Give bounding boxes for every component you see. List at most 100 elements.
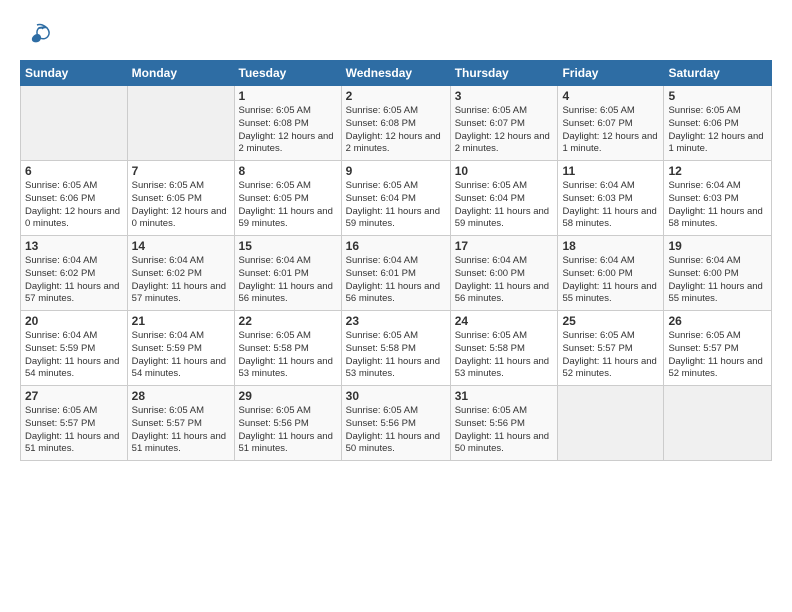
calendar-cell: 21 Sunrise: 6:04 AM Sunset: 5:59 PM Dayli… bbox=[127, 311, 234, 386]
day-info: Sunrise: 6:04 AM Sunset: 6:03 PM Dayligh… bbox=[668, 180, 767, 231]
day-number: 29 bbox=[239, 389, 337, 403]
calendar-page: Sunday Monday Tuesday Wednesday Thursday… bbox=[0, 0, 792, 612]
calendar-cell: 20 Sunrise: 6:04 AM Sunset: 5:59 PM Dayli… bbox=[21, 311, 128, 386]
day-number: 25 bbox=[562, 314, 659, 328]
calendar-cell: 14 Sunrise: 6:04 AM Sunset: 6:02 PM Dayli… bbox=[127, 236, 234, 311]
day-number: 22 bbox=[239, 314, 337, 328]
day-number: 28 bbox=[132, 389, 230, 403]
day-info: Sunrise: 6:04 AM Sunset: 6:01 PM Dayligh… bbox=[239, 255, 337, 306]
day-info: Sunrise: 6:04 AM Sunset: 6:03 PM Dayligh… bbox=[562, 180, 659, 231]
day-number: 11 bbox=[562, 164, 659, 178]
calendar-cell bbox=[664, 386, 772, 461]
day-info: Sunrise: 6:05 AM Sunset: 5:57 PM Dayligh… bbox=[132, 405, 230, 456]
day-number: 8 bbox=[239, 164, 337, 178]
day-info: Sunrise: 6:05 AM Sunset: 6:06 PM Dayligh… bbox=[25, 180, 123, 231]
col-tuesday: Tuesday bbox=[234, 61, 341, 86]
day-number: 27 bbox=[25, 389, 123, 403]
calendar-cell: 6 Sunrise: 6:05 AM Sunset: 6:06 PM Daylig… bbox=[21, 161, 128, 236]
col-saturday: Saturday bbox=[664, 61, 772, 86]
day-info: Sunrise: 6:05 AM Sunset: 5:56 PM Dayligh… bbox=[346, 405, 446, 456]
calendar-cell: 16 Sunrise: 6:04 AM Sunset: 6:01 PM Dayli… bbox=[341, 236, 450, 311]
day-number: 10 bbox=[455, 164, 554, 178]
calendar-cell: 9 Sunrise: 6:05 AM Sunset: 6:04 PM Daylig… bbox=[341, 161, 450, 236]
day-info: Sunrise: 6:04 AM Sunset: 6:00 PM Dayligh… bbox=[562, 255, 659, 306]
day-number: 26 bbox=[668, 314, 767, 328]
day-info: Sunrise: 6:05 AM Sunset: 5:56 PM Dayligh… bbox=[455, 405, 554, 456]
day-info: Sunrise: 6:05 AM Sunset: 6:07 PM Dayligh… bbox=[562, 105, 659, 156]
col-sunday: Sunday bbox=[21, 61, 128, 86]
day-info: Sunrise: 6:05 AM Sunset: 5:58 PM Dayligh… bbox=[346, 330, 446, 381]
day-number: 18 bbox=[562, 239, 659, 253]
day-info: Sunrise: 6:05 AM Sunset: 5:58 PM Dayligh… bbox=[239, 330, 337, 381]
calendar-cell: 27Sunrise: 6:05 AM Sunset: 5:57 PM Dayli… bbox=[21, 386, 128, 461]
day-number: 14 bbox=[132, 239, 230, 253]
calendar-cell: 13 Sunrise: 6:04 AM Sunset: 6:02 PM Dayli… bbox=[21, 236, 128, 311]
calendar-cell: 1 Sunrise: 6:05 AM Sunset: 6:08 PM Daylig… bbox=[234, 86, 341, 161]
logo-bird-icon bbox=[22, 20, 52, 50]
day-info: Sunrise: 6:04 AM Sunset: 6:00 PM Dayligh… bbox=[668, 255, 767, 306]
day-number: 30 bbox=[346, 389, 446, 403]
day-number: 3 bbox=[455, 89, 554, 103]
day-info: Sunrise: 6:04 AM Sunset: 5:59 PM Dayligh… bbox=[25, 330, 123, 381]
calendar-cell: 31 Sunrise: 6:05 AM Sunset: 5:56 PM Dayli… bbox=[450, 386, 558, 461]
day-info: Sunrise: 6:04 AM Sunset: 6:01 PM Dayligh… bbox=[346, 255, 446, 306]
calendar-cell: 30 Sunrise: 6:05 AM Sunset: 5:56 PM Dayli… bbox=[341, 386, 450, 461]
day-number: 9 bbox=[346, 164, 446, 178]
day-number: 5 bbox=[668, 89, 767, 103]
day-number: 13 bbox=[25, 239, 123, 253]
day-number: 23 bbox=[346, 314, 446, 328]
calendar-cell: 29 Sunrise: 6:05 AM Sunset: 5:56 PM Dayli… bbox=[234, 386, 341, 461]
calendar-cell bbox=[127, 86, 234, 161]
calendar-cell: 12 Sunrise: 6:04 AM Sunset: 6:03 PM Dayli… bbox=[664, 161, 772, 236]
day-info: Sunrise: 6:05 AM Sunset: 6:08 PM Dayligh… bbox=[239, 105, 337, 156]
day-info: Sunrise: 6:04 AM Sunset: 5:59 PM Dayligh… bbox=[132, 330, 230, 381]
calendar-week-row: 13 Sunrise: 6:04 AM Sunset: 6:02 PM Dayli… bbox=[21, 236, 772, 311]
col-monday: Monday bbox=[127, 61, 234, 86]
day-number: 20 bbox=[25, 314, 123, 328]
day-info: Sunrise: 6:05 AM Sunset: 6:06 PM Dayligh… bbox=[668, 105, 767, 156]
day-info: Sunrise: 6:05 AM Sunset: 5:58 PM Dayligh… bbox=[455, 330, 554, 381]
day-info: Sunrise: 6:05 AM Sunset: 6:05 PM Dayligh… bbox=[132, 180, 230, 231]
day-number: 19 bbox=[668, 239, 767, 253]
day-info: Sunrise: 6:05 AM Sunset: 5:56 PM Dayligh… bbox=[239, 405, 337, 456]
day-info: Sunrise: 6:04 AM Sunset: 6:00 PM Dayligh… bbox=[455, 255, 554, 306]
calendar-cell: 25Sunrise: 6:05 AM Sunset: 5:57 PM Dayli… bbox=[558, 311, 664, 386]
calendar-cell: 24 Sunrise: 6:05 AM Sunset: 5:58 PM Dayli… bbox=[450, 311, 558, 386]
day-number: 12 bbox=[668, 164, 767, 178]
day-number: 2 bbox=[346, 89, 446, 103]
calendar-cell: 11 Sunrise: 6:04 AM Sunset: 6:03 PM Dayli… bbox=[558, 161, 664, 236]
day-info: Sunrise: 6:05 AM Sunset: 5:57 PM Dayligh… bbox=[668, 330, 767, 381]
calendar-table: Sunday Monday Tuesday Wednesday Thursday… bbox=[20, 60, 772, 461]
day-info: Sunrise: 6:05 AM Sunset: 6:05 PM Dayligh… bbox=[239, 180, 337, 231]
calendar-cell: 15Sunrise: 6:04 AM Sunset: 6:01 PM Dayli… bbox=[234, 236, 341, 311]
day-number: 31 bbox=[455, 389, 554, 403]
day-number: 4 bbox=[562, 89, 659, 103]
calendar-cell: 10Sunrise: 6:05 AM Sunset: 6:04 PM Dayli… bbox=[450, 161, 558, 236]
day-number: 17 bbox=[455, 239, 554, 253]
calendar-cell: 26 Sunrise: 6:05 AM Sunset: 5:57 PM Dayli… bbox=[664, 311, 772, 386]
day-number: 21 bbox=[132, 314, 230, 328]
day-number: 7 bbox=[132, 164, 230, 178]
calendar-cell: 28 Sunrise: 6:05 AM Sunset: 5:57 PM Dayli… bbox=[127, 386, 234, 461]
calendar-cell: 7 Sunrise: 6:05 AM Sunset: 6:05 PM Daylig… bbox=[127, 161, 234, 236]
col-friday: Friday bbox=[558, 61, 664, 86]
calendar-cell: 17 Sunrise: 6:04 AM Sunset: 6:00 PM Dayli… bbox=[450, 236, 558, 311]
calendar-cell: 23 Sunrise: 6:05 AM Sunset: 5:58 PM Dayli… bbox=[341, 311, 450, 386]
logo bbox=[20, 20, 52, 50]
day-number: 16 bbox=[346, 239, 446, 253]
calendar-week-row: 6 Sunrise: 6:05 AM Sunset: 6:06 PM Daylig… bbox=[21, 161, 772, 236]
day-info: Sunrise: 6:05 AM Sunset: 6:08 PM Dayligh… bbox=[346, 105, 446, 156]
day-number: 24 bbox=[455, 314, 554, 328]
day-number: 6 bbox=[25, 164, 123, 178]
calendar-cell: 18 Sunrise: 6:04 AM Sunset: 6:00 PM Dayli… bbox=[558, 236, 664, 311]
day-info: Sunrise: 6:05 AM Sunset: 6:04 PM Dayligh… bbox=[346, 180, 446, 231]
day-number: 1 bbox=[239, 89, 337, 103]
calendar-cell: 22 Sunrise: 6:05 AM Sunset: 5:58 PM Dayli… bbox=[234, 311, 341, 386]
calendar-cell bbox=[558, 386, 664, 461]
calendar-cell bbox=[21, 86, 128, 161]
header-area bbox=[20, 20, 772, 50]
day-info: Sunrise: 6:04 AM Sunset: 6:02 PM Dayligh… bbox=[132, 255, 230, 306]
day-info: Sunrise: 6:04 AM Sunset: 6:02 PM Dayligh… bbox=[25, 255, 123, 306]
calendar-cell: 5 Sunrise: 6:05 AM Sunset: 6:06 PM Daylig… bbox=[664, 86, 772, 161]
day-info: Sunrise: 6:05 AM Sunset: 6:07 PM Dayligh… bbox=[455, 105, 554, 156]
